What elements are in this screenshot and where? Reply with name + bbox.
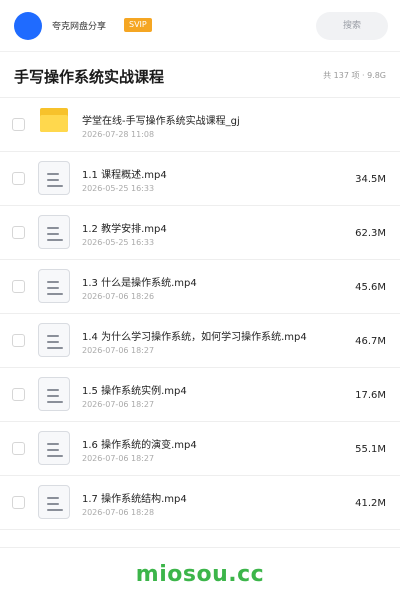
select-checkbox[interactable] (12, 280, 25, 293)
file-list: 学堂在线-手写操作系统实战课程_gj 2026-07-28 11:08 1.1 课程… (0, 98, 400, 530)
file-size: 41.2M (355, 498, 386, 509)
file-name: 1.3 什么是操作系统.mp4 (82, 278, 197, 289)
video-file-icon (38, 485, 70, 519)
svip-badge: SVIP (124, 18, 152, 32)
file-date: 2026-07-06 18:27 (82, 346, 155, 355)
file-date: 2026-07-06 18:27 (82, 454, 155, 463)
select-checkbox[interactable] (12, 442, 25, 455)
video-file-icon (38, 215, 70, 249)
file-size: 34.5M (355, 174, 386, 185)
divider (0, 547, 400, 548)
video-file-icon (38, 161, 70, 195)
avatar[interactable] (14, 12, 42, 40)
folder-row[interactable]: 学堂在线-手写操作系统实战课程_gj 2026-07-28 11:08 (0, 98, 400, 152)
file-name: 学堂在线-手写操作系统实战课程_gj (82, 116, 240, 127)
select-checkbox[interactable] (12, 172, 25, 185)
share-owner-name: 夸克网盘分享 (52, 22, 107, 32)
file-row[interactable]: 1.7 操作系统结构.mp4 2026-07-06 18:28 41.2M (0, 476, 400, 530)
folder-header: 手写操作系统实战课程 共 137 项 · 9.8G (0, 52, 400, 98)
file-size: 55.1M (355, 444, 386, 455)
file-date: 2026-07-06 18:26 (82, 292, 155, 301)
select-checkbox[interactable] (12, 388, 25, 401)
video-file-icon (38, 431, 70, 465)
select-checkbox[interactable] (12, 334, 25, 347)
video-file-icon (38, 377, 70, 411)
search-input[interactable]: 搜索 (316, 12, 388, 40)
video-file-icon (38, 323, 70, 357)
video-file-icon (38, 269, 70, 303)
file-row[interactable]: 1.3 什么是操作系统.mp4 2026-07-06 18:26 45.6M (0, 260, 400, 314)
file-row[interactable]: 1.4 为什么学习操作系统，如何学习操作系统.mp4 2026-07-06 18:… (0, 314, 400, 368)
file-name: 1.7 操作系统结构.mp4 (82, 494, 187, 505)
file-row[interactable]: 1.5 操作系统实例.mp4 2026-07-06 18:27 17.6M (0, 368, 400, 422)
file-name: 1.6 操作系统的演变.mp4 (82, 440, 197, 451)
file-date: 2026-05-25 16:33 (82, 184, 155, 193)
top-bar: 夸克网盘分享 SVIP 搜索 (0, 0, 400, 52)
file-size: 45.6M (355, 282, 386, 293)
watermark: miosou.cc (135, 562, 265, 587)
file-date: 2026-07-28 11:08 (82, 130, 155, 139)
file-name: 1.1 课程概述.mp4 (82, 170, 167, 181)
file-date: 2026-05-25 16:33 (82, 238, 155, 247)
select-checkbox[interactable] (12, 496, 25, 509)
file-size: 17.6M (355, 390, 386, 401)
file-row[interactable]: 1.6 操作系统的演变.mp4 2026-07-06 18:27 55.1M (0, 422, 400, 476)
file-row[interactable]: 1.2 教学安排.mp4 2026-05-25 16:33 62.3M (0, 206, 400, 260)
select-checkbox[interactable] (12, 226, 25, 239)
folder-meta: 共 137 项 · 9.8G (323, 71, 386, 80)
page-title: 手写操作系统实战课程 (14, 68, 165, 86)
select-checkbox[interactable] (12, 118, 25, 131)
file-size: 62.3M (355, 228, 386, 239)
file-size: 46.7M (355, 336, 386, 347)
file-name: 1.4 为什么学习操作系统，如何学习操作系统.mp4 (82, 332, 307, 343)
file-date: 2026-07-06 18:27 (82, 400, 155, 409)
file-row[interactable]: 1.1 课程概述.mp4 2026-05-25 16:33 34.5M (0, 152, 400, 206)
file-date: 2026-07-06 18:28 (82, 508, 155, 517)
folder-icon (40, 108, 68, 134)
file-name: 1.2 教学安排.mp4 (82, 224, 167, 235)
file-name: 1.5 操作系统实例.mp4 (82, 386, 187, 397)
